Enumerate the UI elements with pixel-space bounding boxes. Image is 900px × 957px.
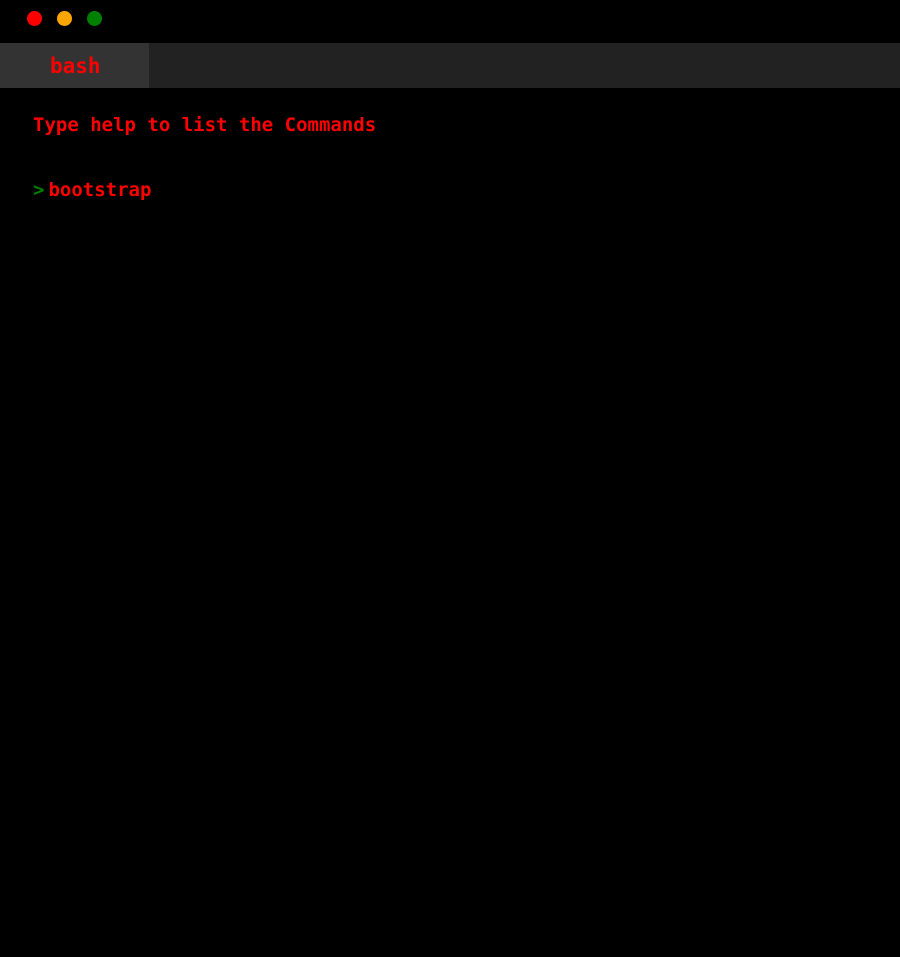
command-input[interactable]: bootstrap (48, 179, 151, 201)
welcome-message: Type help to list the Commands (33, 114, 377, 136)
tab-label: bash (50, 53, 101, 78)
prompt-line[interactable]: > bootstrap (33, 179, 151, 201)
terminal-window: bash Type help to list the Commands > bo… (0, 0, 900, 957)
tab-bash[interactable]: bash (0, 43, 149, 88)
prompt-symbol: > (33, 179, 45, 201)
maximize-window-button[interactable] (87, 11, 102, 26)
title-bar (0, 0, 900, 43)
tab-bar: bash (0, 43, 900, 88)
console-output[interactable]: Type help to list the Commands > bootstr… (33, 88, 883, 948)
minimize-window-button[interactable] (57, 11, 72, 26)
close-window-button[interactable] (27, 11, 42, 26)
